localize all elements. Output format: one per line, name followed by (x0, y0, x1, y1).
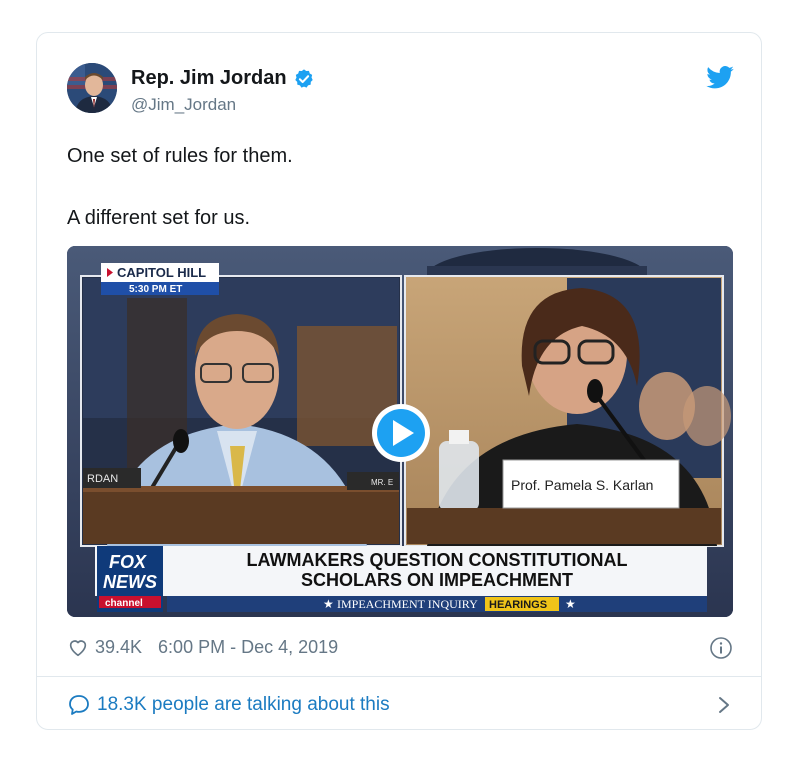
tweet-card: Rep. Jim Jordan @Jim_Jordan One set of r… (36, 32, 762, 730)
tweet-meta: 39.4K 6:00 PM - Dec 4, 2019 (67, 636, 338, 658)
left-nameplate: RDAN (87, 473, 118, 485)
avatar[interactable] (67, 63, 117, 113)
tweet-text: One set of rules for them. A different s… (67, 145, 293, 229)
info-icon[interactable] (709, 636, 733, 660)
author-handle[interactable]: @Jim_Jordan (131, 95, 236, 115)
speech-bubble-icon (67, 693, 91, 717)
headline-line1: LAWMAKERS QUESTION CONSTITUTIONAL (247, 550, 628, 570)
verified-badge-icon (293, 68, 315, 90)
location-tag-text: CAPITOL HILL (117, 265, 206, 280)
headline-line2: SCHOLARS ON IMPEACHMENT (301, 570, 573, 590)
talking-count[interactable]: 18.3K people are talking about this (97, 694, 390, 716)
time-tag: 5:30 PM ET (129, 284, 182, 295)
mid-nameplate: MR. E (371, 478, 393, 487)
svg-text:★: ★ (323, 597, 334, 611)
ticker-text: IMPEACHMENT INQUIRY (337, 597, 478, 611)
chevron-right-icon[interactable] (713, 693, 735, 717)
author-name[interactable]: Rep. Jim Jordan (131, 67, 287, 90)
svg-text:channel: channel (105, 598, 143, 609)
left-video-panel: RDAN MR. E (80, 275, 402, 547)
author-row[interactable]: Rep. Jim Jordan (131, 67, 315, 90)
right-nameplate: Prof. Pamela S. Karlan (511, 477, 653, 493)
heart-icon[interactable] (67, 636, 89, 658)
tweet-timestamp[interactable]: 6:00 PM - Dec 4, 2019 (158, 637, 338, 658)
svg-text:★: ★ (565, 597, 576, 611)
fox-news-logo: FOX NEWS channel (97, 546, 163, 612)
svg-text:NEWS: NEWS (103, 572, 157, 592)
divider (37, 676, 761, 677)
svg-text:FOX: FOX (109, 552, 147, 572)
like-count[interactable]: 39.4K (95, 637, 142, 658)
ticker-highlight: HEARINGS (489, 599, 547, 611)
right-video-panel: Prof. Pamela S. Karlan (404, 275, 731, 547)
play-icon[interactable] (372, 404, 430, 462)
location-tag: CAPITOL HILL 5:30 PM ET (101, 263, 219, 295)
video-player[interactable]: RDAN MR. E CAPITOL HILL 5:30 PM ET Prof.… (67, 246, 733, 617)
lower-third: LAWMAKERS QUESTION CONSTITUTIONAL SCHOLA… (95, 546, 707, 612)
conversation-link[interactable]: 18.3K people are talking about this (67, 693, 390, 717)
twitter-bird-icon[interactable] (705, 63, 735, 93)
